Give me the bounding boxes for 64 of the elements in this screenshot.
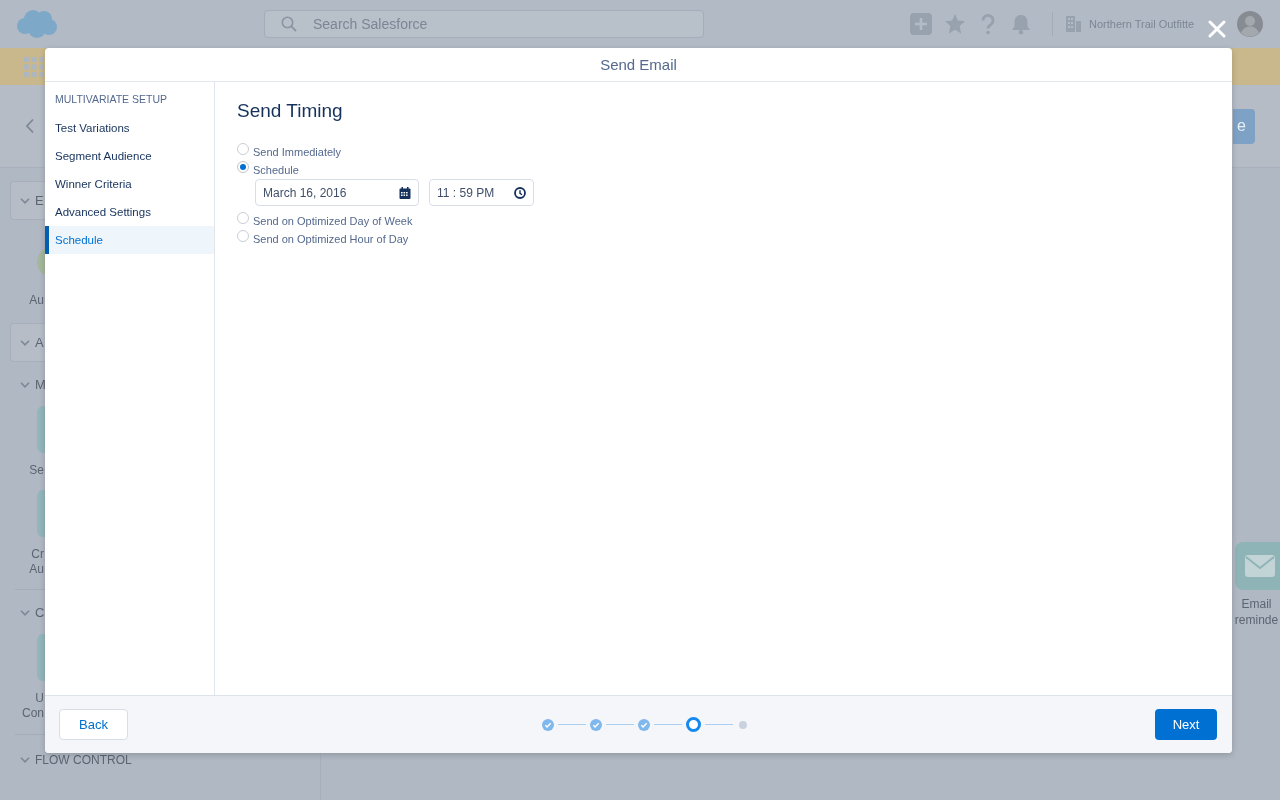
tile-label: U bbox=[35, 691, 44, 706]
tile-icon[interactable] bbox=[37, 490, 45, 537]
tile-label: Cr bbox=[31, 547, 44, 562]
section-label: M bbox=[35, 377, 46, 393]
radio-button[interactable] bbox=[237, 230, 249, 242]
nav-item[interactable]: Winner Criteria bbox=[45, 170, 214, 198]
nav-item[interactable]: Schedule bbox=[45, 226, 214, 254]
radio-label: Send on Optimized Hour of Day bbox=[253, 232, 409, 247]
search-icon bbox=[281, 16, 297, 32]
next-button[interactable]: Next bbox=[1155, 709, 1217, 740]
date-field[interactable]: March 16, 2016 bbox=[255, 179, 419, 206]
close-icon[interactable] bbox=[1208, 20, 1226, 38]
chevron-down-icon[interactable] bbox=[20, 339, 30, 346]
tile-label: Au bbox=[29, 562, 44, 577]
section-label: A bbox=[35, 334, 44, 351]
step-connector bbox=[606, 724, 634, 725]
radio-button[interactable] bbox=[237, 143, 249, 155]
step-connector bbox=[558, 724, 586, 725]
envelope-icon[interactable] bbox=[1235, 542, 1280, 590]
nav-item[interactable]: Segment Audience bbox=[45, 142, 214, 170]
radio-label: Send Immediately bbox=[253, 145, 342, 160]
tile-label: Au bbox=[29, 293, 44, 308]
chevron-down-icon[interactable] bbox=[20, 757, 30, 763]
section-title: Send Timing bbox=[237, 99, 344, 123]
building-icon bbox=[1066, 16, 1081, 32]
tile-label: Con bbox=[22, 706, 44, 721]
nav-item[interactable]: Advanced Settings bbox=[45, 198, 214, 226]
tile-label: Email bbox=[1241, 596, 1272, 612]
check-circle-icon[interactable] bbox=[542, 718, 554, 731]
nav-item[interactable]: Test Variations bbox=[45, 114, 214, 142]
check-circle-icon[interactable] bbox=[590, 718, 602, 731]
bell-icon[interactable] bbox=[1010, 13, 1032, 35]
plus-icon[interactable] bbox=[910, 13, 932, 35]
time-field[interactable]: 11 : 59 PM bbox=[429, 179, 534, 206]
section-label: E bbox=[35, 192, 44, 209]
back-button[interactable]: Back bbox=[59, 709, 128, 740]
chevron-down-icon[interactable] bbox=[20, 382, 30, 388]
section-label: C bbox=[35, 605, 45, 621]
chevron-down-icon[interactable] bbox=[20, 610, 30, 616]
avatar-icon[interactable] bbox=[1237, 11, 1263, 37]
cloud-logo-icon[interactable] bbox=[15, 9, 57, 39]
radio-label: Schedule bbox=[253, 163, 299, 178]
current-step-icon[interactable] bbox=[686, 717, 701, 732]
section-label: FLOW CONTROL bbox=[35, 752, 132, 768]
section-heading: MULTIVARIATE SETUP bbox=[54, 92, 168, 106]
calendar-icon[interactable] bbox=[399, 186, 411, 199]
tile-icon[interactable] bbox=[37, 634, 45, 681]
check-circle-icon[interactable] bbox=[638, 718, 650, 731]
tile-label: reminde bbox=[1234, 612, 1279, 628]
search-field[interactable]: Search Salesforce bbox=[264, 10, 704, 38]
tile-icon[interactable] bbox=[37, 406, 45, 453]
grid-icon[interactable] bbox=[24, 56, 44, 77]
radio-label: Send on Optimized Day of Week bbox=[253, 214, 413, 229]
step-connector bbox=[705, 724, 733, 725]
step-dot-icon[interactable] bbox=[739, 720, 747, 729]
chevron-down-icon[interactable] bbox=[20, 197, 30, 204]
chevron-left-icon[interactable] bbox=[24, 118, 36, 134]
radio-button[interactable] bbox=[237, 212, 249, 224]
modal-title: Send Email bbox=[600, 56, 677, 73]
tile-label: Se bbox=[29, 463, 44, 478]
star-icon[interactable] bbox=[944, 13, 966, 35]
step-connector bbox=[654, 724, 682, 725]
radio-button[interactable] bbox=[237, 161, 249, 173]
clock-icon[interactable] bbox=[514, 186, 526, 199]
